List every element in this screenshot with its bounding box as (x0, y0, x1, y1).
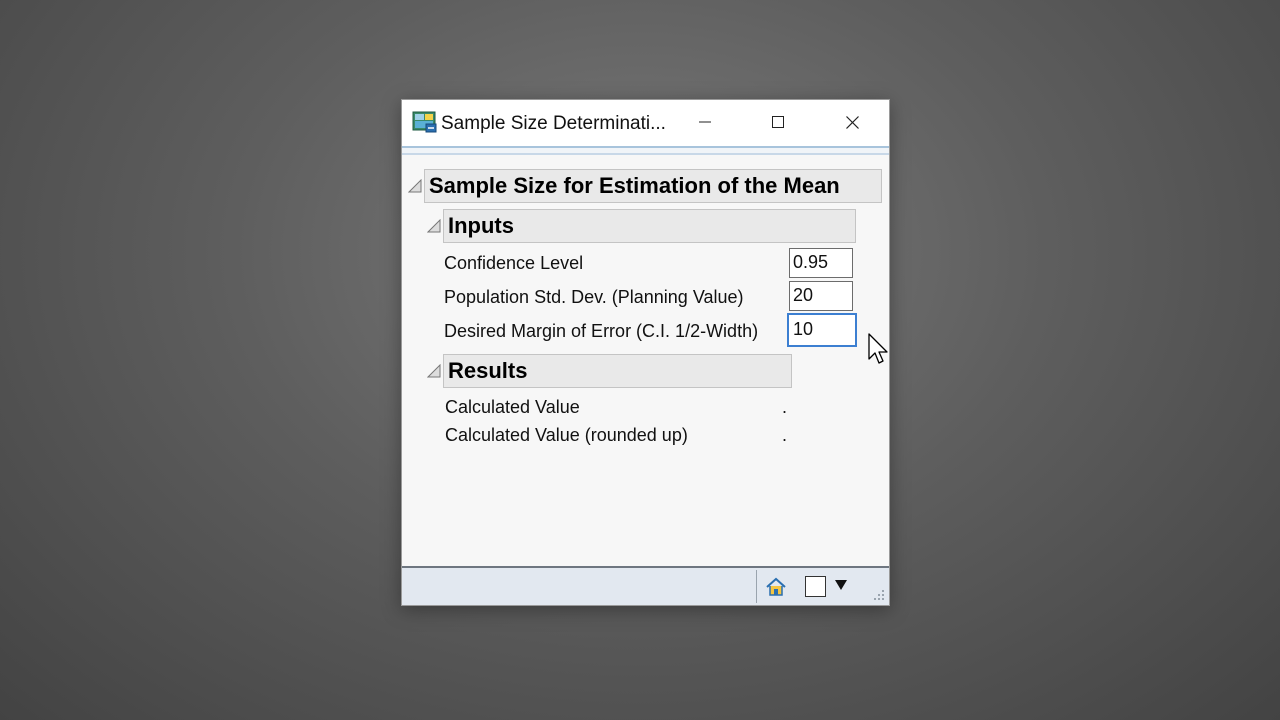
minimize-icon (699, 121, 711, 123)
window-title: Sample Size Determinati... (441, 113, 666, 134)
resize-grip-icon[interactable] (868, 586, 886, 604)
calculated-value-rounded-label: Calculated Value (rounded up) (445, 425, 688, 445)
close-icon (845, 115, 859, 129)
maximize-button[interactable] (755, 100, 801, 144)
title-bar[interactable]: Sample Size Determinati... (402, 100, 889, 146)
disclosure-triangle-icon[interactable] (408, 179, 422, 193)
margin-of-error-label: Desired Margin of Error (C.I. 1/2-Width) (444, 321, 759, 341)
report-title: Sample Size for Estimation of the Mean (424, 169, 882, 203)
calculated-value-rounded: . (782, 425, 788, 445)
margin-of-error-field[interactable]: 10 (787, 313, 857, 347)
home-icon[interactable] (765, 577, 787, 597)
std-dev-label: Population Std. Dev. (Planning Value) (444, 287, 744, 307)
confidence-level-field[interactable]: 0.95 (789, 248, 853, 278)
sample-size-window: Sample Size Determinati... Sample Size f… (401, 99, 890, 606)
maximize-icon (772, 116, 784, 128)
status-separator (756, 570, 757, 603)
std-dev-field[interactable]: 20 (789, 281, 853, 311)
results-heading: Results (443, 354, 792, 388)
minimize-button[interactable] (682, 100, 728, 144)
selection-box-icon[interactable] (805, 576, 826, 597)
jmp-app-icon (412, 111, 437, 133)
calculated-value: . (782, 397, 788, 417)
dropdown-arrow-icon[interactable] (834, 579, 848, 591)
calculated-value-label: Calculated Value (445, 397, 580, 417)
toolbar-divider (402, 146, 889, 155)
close-button[interactable] (829, 100, 875, 144)
disclosure-triangle-icon[interactable] (427, 364, 441, 378)
confidence-level-label: Confidence Level (444, 253, 584, 273)
mouse-cursor-icon (868, 333, 888, 364)
disclosure-triangle-icon[interactable] (427, 219, 441, 233)
inputs-heading: Inputs (443, 209, 856, 243)
status-bar (402, 566, 889, 605)
